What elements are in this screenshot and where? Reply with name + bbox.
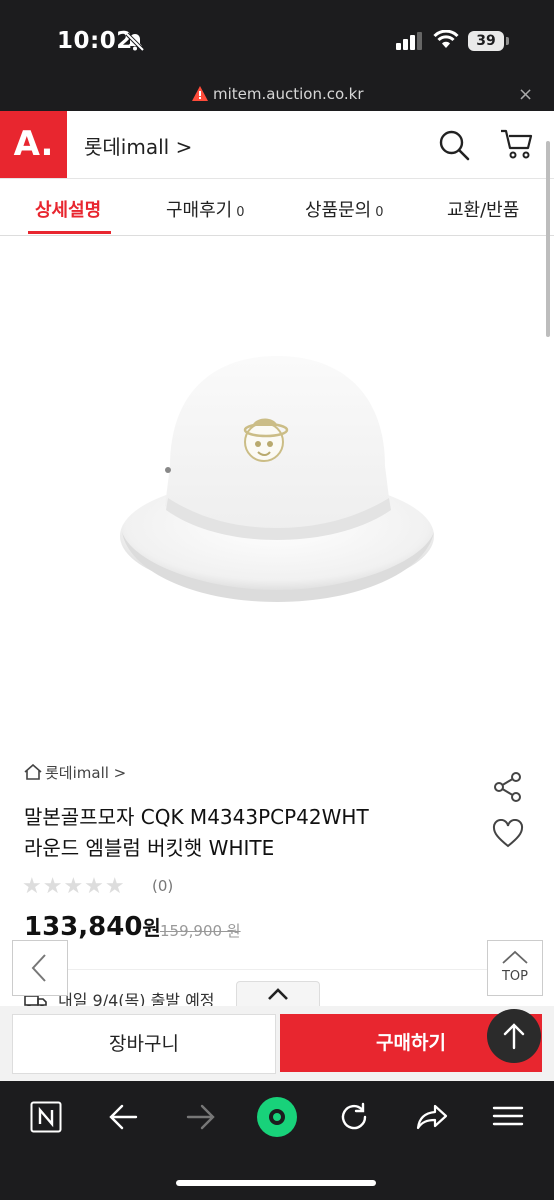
- menu-icon[interactable]: [492, 1105, 524, 1131]
- warning-icon: [192, 86, 208, 105]
- home-indicator[interactable]: [176, 1180, 376, 1186]
- bell-slash-icon: [124, 31, 146, 57]
- status-bar: 10:02 39: [0, 0, 554, 78]
- sale-price: 133,840원: [24, 912, 161, 942]
- tab-count: 0: [236, 205, 245, 220]
- tab-questions[interactable]: 상품문의 0: [305, 196, 384, 222]
- cart-icon[interactable]: [500, 127, 534, 165]
- tab-returns[interactable]: 교환/반품: [447, 196, 519, 222]
- green-dot-icon[interactable]: [255, 1095, 299, 1143]
- chevron-up-icon: [268, 988, 288, 1000]
- product-image[interactable]: [0, 236, 554, 746]
- breadcrumb-store[interactable]: 롯데imall >: [24, 762, 126, 783]
- tab-count: 0: [375, 205, 384, 220]
- reload-icon[interactable]: [338, 1101, 370, 1137]
- share-arrow-icon[interactable]: [415, 1102, 449, 1136]
- store-link[interactable]: 롯데imall >: [84, 131, 192, 160]
- naver-icon[interactable]: [30, 1101, 62, 1137]
- add-to-cart-button[interactable]: 장바구니: [12, 1014, 276, 1074]
- home-icon: [24, 763, 42, 780]
- forward-icon[interactable]: [186, 1103, 216, 1135]
- price-unit: 원: [142, 916, 161, 940]
- search-icon[interactable]: [438, 129, 470, 165]
- wifi-icon: [433, 29, 459, 54]
- product-subtitle: 라운드 엠블럼 버킷햇 WHITE: [24, 836, 275, 860]
- product-tabs: 상세설명 구매후기 0 상품문의 0 교환/반품: [0, 179, 554, 236]
- tab-detail[interactable]: 상세설명: [35, 196, 101, 222]
- tab-label: 구매후기: [166, 200, 233, 221]
- clock: 10:02: [57, 28, 133, 54]
- purchase-bar: 장바구니 구매하기: [0, 1006, 554, 1081]
- tab-label: 상세설명: [35, 200, 102, 221]
- review-count[interactable]: (0): [152, 877, 173, 895]
- rating-stars: ★★★★★: [22, 874, 126, 899]
- chevron-up-icon: [502, 950, 528, 964]
- tab-label: 교환/반품: [447, 200, 520, 221]
- arrow-up-icon[interactable]: [487, 1009, 541, 1063]
- site-header: A. 롯데imall >: [0, 111, 554, 179]
- original-price: 159,900 원: [160, 922, 241, 940]
- heart-icon[interactable]: [492, 818, 524, 853]
- close-icon[interactable]: ×: [518, 84, 533, 105]
- chevron-left-icon[interactable]: [12, 940, 68, 996]
- battery-cap: [506, 37, 509, 45]
- price-value: 133,840: [24, 912, 143, 942]
- battery-indicator: 39: [468, 31, 504, 51]
- store-name[interactable]: 롯데imall >: [45, 764, 126, 782]
- scroll-top-button[interactable]: TOP: [487, 940, 543, 996]
- divider: [24, 969, 530, 970]
- share-icon[interactable]: [492, 771, 524, 807]
- collapse-toggle[interactable]: [236, 981, 320, 1008]
- active-tab-indicator: [28, 231, 111, 234]
- browser-url-bar[interactable]: mitem.auction.co.kr ×: [0, 78, 554, 111]
- auction-logo[interactable]: A.: [0, 111, 67, 178]
- top-label: TOP: [501, 969, 528, 984]
- tab-reviews[interactable]: 구매후기 0: [166, 196, 245, 222]
- tab-label: 상품문의: [305, 200, 372, 221]
- web-page: A. 롯데imall > 상세설명 구매후기 0 상품문의 0 교환/반품 롯데…: [0, 111, 554, 1081]
- signal-icon: [396, 32, 424, 54]
- product-title: 말본골프모자 CQK M4343PCP42WHT: [24, 805, 369, 829]
- back-icon[interactable]: [108, 1103, 138, 1135]
- url-text[interactable]: mitem.auction.co.kr: [213, 85, 364, 103]
